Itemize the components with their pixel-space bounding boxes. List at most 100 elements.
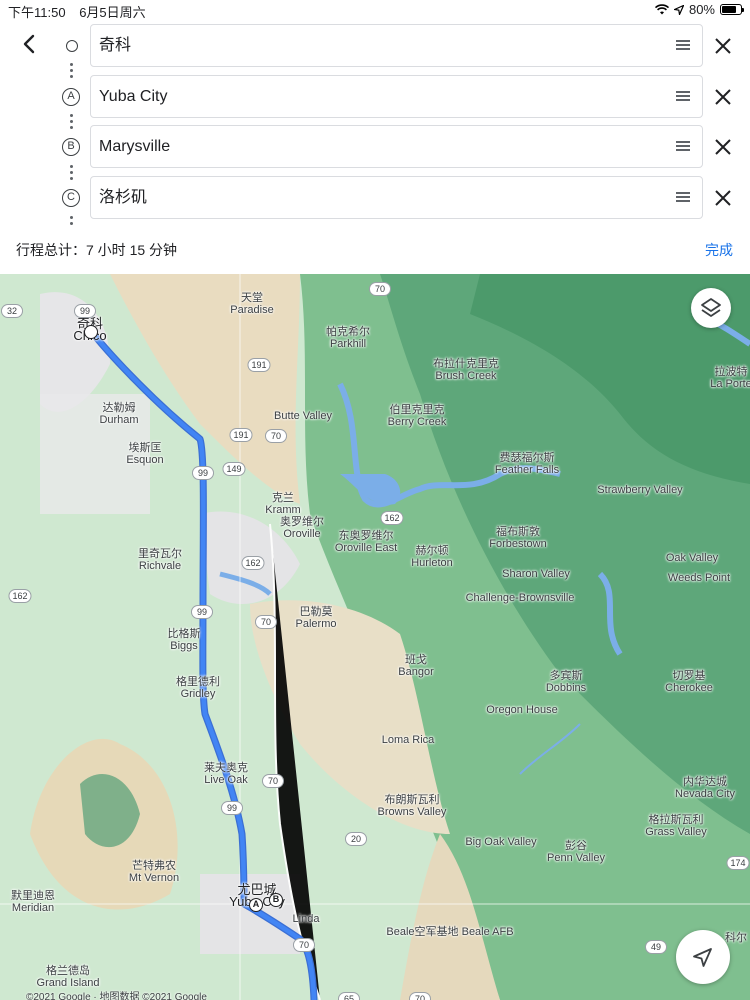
place-name-en: Parkhill — [329, 338, 367, 350]
highway-shield: 191 — [229, 428, 253, 442]
drag-handle-icon[interactable] — [676, 141, 690, 153]
drag-handle-icon[interactable] — [676, 91, 690, 103]
place-label[interactable]: 格里德利 Gridley — [176, 676, 220, 700]
place-name-en: Bangor — [398, 666, 434, 678]
place-name-zh: 天堂 — [240, 292, 263, 304]
place-label[interactable]: Beale空军基地 Beale AFB — [386, 926, 513, 938]
status-time: 下午11:50 — [8, 5, 66, 20]
place-label[interactable]: 比格斯 Biggs — [168, 628, 201, 652]
close-icon[interactable] — [712, 187, 734, 209]
place-name-en: Sharon Valley — [502, 568, 570, 580]
place-name-zh: 达勒姆 — [102, 402, 136, 414]
place-label[interactable]: 内华达城 Nevada City — [675, 776, 735, 800]
place-name-zh: 巴勒莫 — [299, 606, 333, 618]
place-name-en: Nevada City — [675, 788, 735, 800]
drag-handle-icon[interactable] — [676, 40, 690, 52]
place-name-en: Kramm — [265, 504, 301, 516]
map-attribution: ©2021 Google · 地图数据 ©2021 Google — [26, 992, 207, 1000]
map-canvas[interactable] — [0, 274, 750, 1000]
stop-c-input[interactable]: 洛杉矶 — [90, 176, 703, 219]
place-label[interactable]: 巴勒莫 Palermo — [296, 606, 337, 630]
status-bar: 下午11:50 6月5日周六 80% — [0, 0, 750, 20]
place-name-zh: 克兰 — [271, 492, 294, 504]
stop-a-input[interactable]: Yuba City — [90, 75, 703, 118]
place-name-zh: 布拉什克里克 — [433, 358, 499, 370]
origin-circle-icon — [66, 40, 78, 52]
place-label[interactable]: Big Oak Valley — [465, 836, 536, 848]
place-label[interactable]: 布拉什克里克 Brush Creek — [433, 358, 499, 382]
place-label[interactable]: 福布斯敦 Forbestown — [489, 526, 546, 550]
stop-row-c: C 洛杉矶 — [0, 176, 750, 220]
place-label[interactable]: Sharon Valley — [502, 568, 570, 580]
place-name-zh: 福布斯敦 — [495, 526, 540, 538]
close-icon[interactable] — [712, 35, 734, 57]
wifi-icon — [654, 4, 669, 15]
place-label[interactable]: Loma Rica — [382, 734, 435, 746]
highway-shield: 70 — [255, 615, 277, 629]
place-name-zh: 赫尔顿 — [415, 545, 449, 557]
place-name-en: Palermo — [295, 618, 337, 630]
place-label[interactable]: Challenge-Brownsville — [466, 592, 575, 604]
place-label[interactable]: Oregon House — [486, 704, 558, 716]
place-label[interactable]: 费瑟福尔斯 Feather Falls — [495, 452, 559, 476]
place-label[interactable]: 默里迪恩 Meridian — [11, 890, 55, 914]
place-name-en: Loma Rica — [381, 734, 435, 746]
origin-input[interactable]: 奇科 — [90, 24, 703, 67]
place-label[interactable]: 奥罗维尔 Oroville — [280, 516, 324, 540]
highway-shield: 20 — [345, 832, 367, 846]
place-label[interactable]: 拉波特 La Porte — [710, 366, 750, 390]
place-label[interactable]: 达勒姆 Durham — [99, 402, 138, 426]
place-name-en: Richvale — [138, 560, 182, 572]
place-label[interactable]: Butte Valley — [274, 410, 332, 422]
highway-shield: 191 — [247, 358, 271, 372]
place-label[interactable]: Weeds Point — [668, 572, 730, 584]
place-name-en: Hurleton — [411, 557, 453, 569]
place-name-en: Gridley — [180, 688, 216, 700]
place-label[interactable]: 赫尔顿 Hurleton — [411, 545, 453, 569]
place-label[interactable]: Linda — [293, 913, 320, 925]
origin-pin[interactable] — [84, 325, 98, 339]
place-label[interactable]: 班戈 Bangor — [398, 654, 433, 678]
place-label[interactable]: 伯里克里克 Berry Creek — [388, 404, 447, 428]
place-name-en: Penn Valley — [547, 852, 605, 864]
place-label[interactable]: 切罗基 Cherokee — [665, 670, 713, 694]
place-label[interactable]: 莱夫奥克 Live Oak — [204, 762, 248, 786]
done-button[interactable]: 完成 — [705, 240, 733, 260]
highway-shield: 32 — [1, 304, 23, 318]
place-label[interactable]: 彭谷 Penn Valley — [547, 840, 605, 864]
stop-a-pin[interactable]: A — [249, 898, 263, 912]
place-label[interactable]: 多宾斯 Dobbins — [546, 670, 586, 694]
place-name-en: Forbestown — [489, 538, 547, 550]
my-location-button[interactable] — [676, 930, 730, 984]
place-label[interactable]: 帕克希尔 Parkhill — [326, 326, 370, 350]
place-label[interactable]: 芒特弗农 Mt Vernon — [129, 860, 179, 884]
layers-button[interactable] — [691, 288, 731, 328]
place-name-en: Live Oak — [204, 774, 248, 786]
place-name-en: Oregon House — [486, 704, 558, 716]
place-label[interactable]: 格兰德岛 Grand Island — [37, 965, 100, 989]
stop-c-marker-icon: C — [62, 189, 80, 207]
stop-a-value: Yuba City — [99, 88, 168, 105]
place-label[interactable]: Strawberry Valley — [597, 484, 682, 496]
highway-shield: 99 — [221, 801, 243, 815]
close-icon[interactable] — [712, 136, 734, 158]
place-name-en: Challenge-Brownsville — [465, 592, 575, 604]
stop-connector — [70, 216, 74, 228]
stop-b-input[interactable]: Marysville — [90, 125, 703, 168]
place-label[interactable]: 东奥罗维尔 Oroville East — [335, 530, 397, 554]
place-label[interactable]: 埃斯匡 Esquon — [126, 442, 163, 466]
place-label[interactable]: 布朗斯瓦利 Browns Valley — [378, 794, 447, 818]
place-label[interactable]: 格拉斯瓦利 Grass Valley — [645, 814, 707, 838]
place-label[interactable]: Oak Valley — [666, 552, 718, 564]
place-label[interactable]: 天堂 Paradise — [230, 292, 273, 316]
stop-row-origin: 奇科 — [0, 24, 750, 68]
battery-icon — [720, 4, 744, 15]
stop-b-pin[interactable]: B — [269, 893, 283, 907]
close-icon[interactable] — [712, 86, 734, 108]
place-label[interactable]: 里奇瓦尔 Richvale — [138, 548, 182, 572]
drag-handle-icon[interactable] — [676, 192, 690, 204]
place-label[interactable]: 克兰 Kramm — [265, 492, 300, 516]
layers-icon — [701, 298, 721, 317]
map-view[interactable]: 奇科Chico天堂Paradise帕克希尔Parkhill布拉什克里克Brush… — [0, 274, 750, 1000]
place-name-en: Grass Valley — [645, 826, 707, 838]
